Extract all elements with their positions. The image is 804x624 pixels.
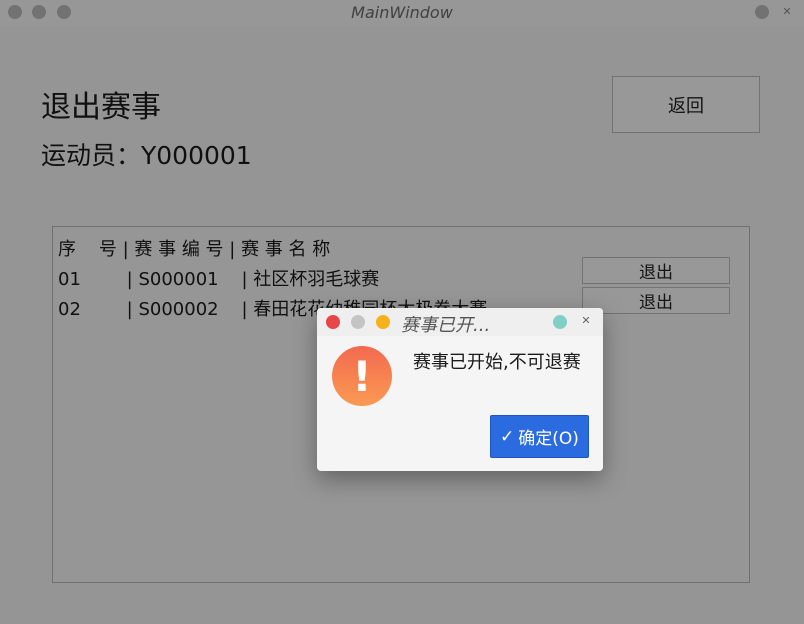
dialog-maximize-button[interactable] bbox=[376, 315, 390, 329]
dialog-minimize-button[interactable] bbox=[351, 315, 365, 329]
dialog-message: 赛事已开始,不可退赛 bbox=[413, 352, 581, 373]
dialog-titlebar: 赛事已开... ✕ bbox=[317, 308, 603, 336]
dialog-title: 赛事已开... bbox=[401, 315, 491, 336]
dialog-pin-button[interactable] bbox=[553, 315, 567, 329]
ok-button-label: 确定(O) bbox=[518, 429, 579, 449]
dialog-close-button[interactable] bbox=[326, 315, 340, 329]
warning-dialog: 赛事已开... ✕ ! 赛事已开始,不可退赛 ✓ 确定(O) bbox=[317, 308, 603, 471]
warning-icon: ! bbox=[332, 346, 392, 406]
check-icon: ✓ bbox=[500, 426, 515, 447]
close-icon[interactable]: ✕ bbox=[580, 315, 592, 327]
ok-button[interactable]: ✓ 确定(O) bbox=[490, 415, 589, 458]
